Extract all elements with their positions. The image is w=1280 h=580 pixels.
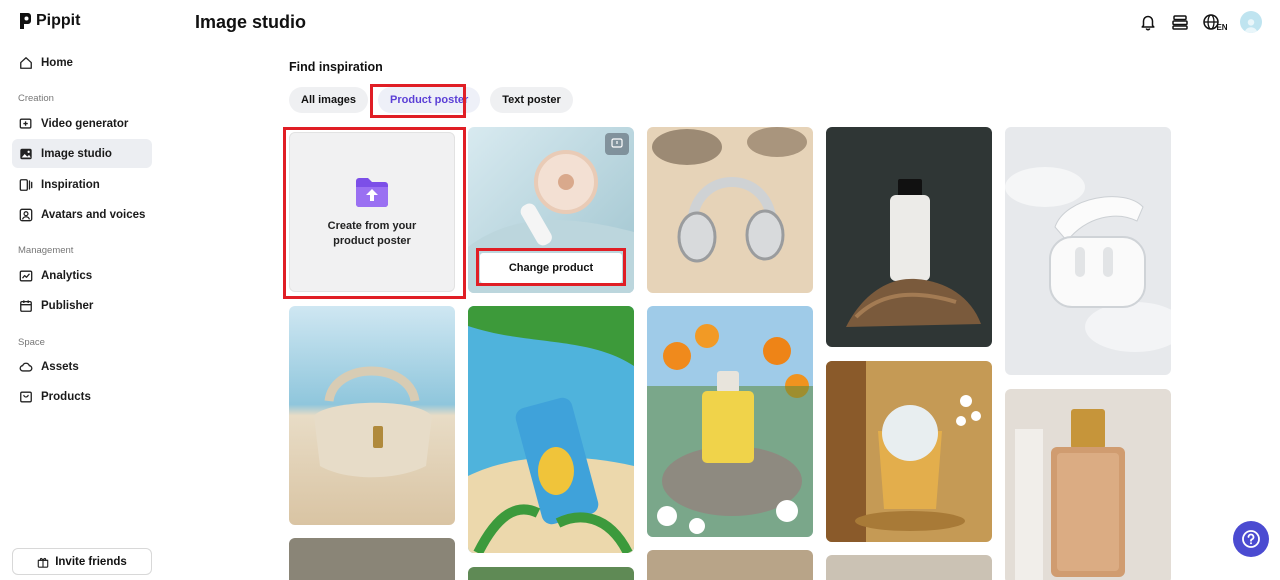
- stack-icon: [1172, 15, 1188, 30]
- sidebar-section-space: Space: [18, 337, 45, 348]
- sidebar-section-management: Management: [18, 245, 74, 256]
- tab-text-poster[interactable]: Text poster: [490, 87, 573, 113]
- image-card-partial[interactable]: [468, 567, 634, 580]
- analytics-icon: [19, 270, 33, 281]
- sidebar-item-label: Assets: [41, 360, 79, 373]
- invite-friends-label: Invite friends: [55, 555, 127, 568]
- image-card-earbuds-snow[interactable]: [1005, 127, 1171, 375]
- sidebar-item-inspiration[interactable]: Inspiration: [12, 170, 152, 199]
- image-card-whiskey[interactable]: [826, 361, 992, 542]
- video-add-icon: [19, 118, 32, 129]
- create-from-poster-card[interactable]: Create from your product poster: [289, 132, 455, 292]
- headphones-image: [647, 127, 813, 293]
- sidebar-item-label: Home: [41, 56, 73, 69]
- perfume-flowers-image: [647, 306, 813, 537]
- handbag-image: [289, 306, 455, 525]
- earbuds-snow-image: [1005, 127, 1171, 375]
- sidebar-section-creation: Creation: [18, 93, 54, 104]
- user-icon: [1244, 19, 1258, 33]
- sidebar-item-video-generator[interactable]: Video generator: [12, 109, 152, 138]
- sidebar-item-avatars-and-voices[interactable]: Avatars and voices: [12, 200, 152, 229]
- image-card-perfume-flowers[interactable]: [647, 306, 813, 537]
- image-card-amber-perfume[interactable]: [1005, 389, 1171, 580]
- image-card-partial[interactable]: [647, 550, 813, 580]
- language-button[interactable]: EN: [1202, 11, 1228, 33]
- tab-product-poster[interactable]: Product poster: [378, 87, 481, 113]
- sidebar-item-assets[interactable]: Assets: [12, 352, 152, 381]
- section-title: Find inspiration: [289, 60, 383, 74]
- sidebar-item-label: Inspiration: [41, 178, 100, 191]
- avatar-icon: [19, 208, 33, 221]
- image-card-handbag[interactable]: [289, 306, 455, 525]
- comment-icon: [611, 138, 623, 148]
- pippit-logo-icon: [20, 13, 31, 29]
- sidebar: Pippit Home Creation Video generator Ima…: [0, 0, 164, 580]
- tab-bar: All images Product poster Text poster: [289, 87, 573, 113]
- invite-friends-button[interactable]: Invite friends: [12, 548, 152, 575]
- header-actions: EN: [1138, 11, 1262, 33]
- change-product-button[interactable]: Change product: [480, 253, 622, 283]
- app-logo[interactable]: Pippit: [18, 12, 80, 30]
- image-card-headphones[interactable]: [647, 127, 813, 293]
- layers-button[interactable]: [1170, 11, 1190, 33]
- bottle-driftwood-image: [826, 127, 992, 347]
- image-card-bottle-driftwood[interactable]: [826, 127, 992, 347]
- calendar-icon: [20, 299, 32, 312]
- image-card-partial[interactable]: [289, 538, 455, 580]
- whiskey-image: [826, 361, 992, 542]
- question-icon: [1242, 530, 1260, 548]
- sidebar-item-label: Analytics: [41, 269, 93, 282]
- language-code: EN: [1216, 22, 1228, 32]
- sidebar-item-label: Products: [41, 390, 91, 403]
- sidebar-item-label: Publisher: [41, 299, 94, 312]
- sidebar-item-home[interactable]: Home: [12, 48, 152, 77]
- amber-perfume-image: [1005, 389, 1171, 580]
- create-from-poster-label: Create from your product poster: [328, 219, 417, 249]
- help-button[interactable]: [1233, 521, 1269, 557]
- cloud-icon: [19, 362, 33, 372]
- home-icon: [20, 56, 32, 69]
- notifications-button[interactable]: [1138, 11, 1158, 33]
- soda-can-image: [468, 306, 634, 553]
- image-card-partial[interactable]: [826, 555, 992, 580]
- sidebar-item-publisher[interactable]: Publisher: [12, 291, 152, 320]
- bell-icon: [1141, 15, 1155, 31]
- app-name: Pippit: [36, 12, 81, 29]
- inspiration-icon: [19, 178, 33, 191]
- sidebar-item-products[interactable]: Products: [12, 382, 152, 411]
- image-icon: [20, 148, 32, 159]
- gift-icon: [37, 557, 49, 568]
- tab-all-images[interactable]: All images: [289, 87, 369, 113]
- sidebar-item-label: Avatars and voices: [41, 208, 146, 221]
- sidebar-item-image-studio[interactable]: Image studio: [12, 139, 152, 168]
- image-card-soda-can[interactable]: [468, 306, 634, 553]
- feedback-button[interactable]: [605, 133, 629, 155]
- sidebar-item-label: Video generator: [41, 117, 129, 130]
- create-line-2: product poster: [333, 235, 411, 247]
- bag-icon: [20, 391, 32, 402]
- page-title: Image studio: [195, 12, 307, 32]
- folder-upload-icon: [356, 178, 388, 207]
- sidebar-item-analytics[interactable]: Analytics: [12, 261, 152, 290]
- create-line-1: Create from your: [327, 220, 417, 232]
- sidebar-item-label: Image studio: [41, 147, 112, 160]
- user-avatar[interactable]: [1240, 11, 1262, 33]
